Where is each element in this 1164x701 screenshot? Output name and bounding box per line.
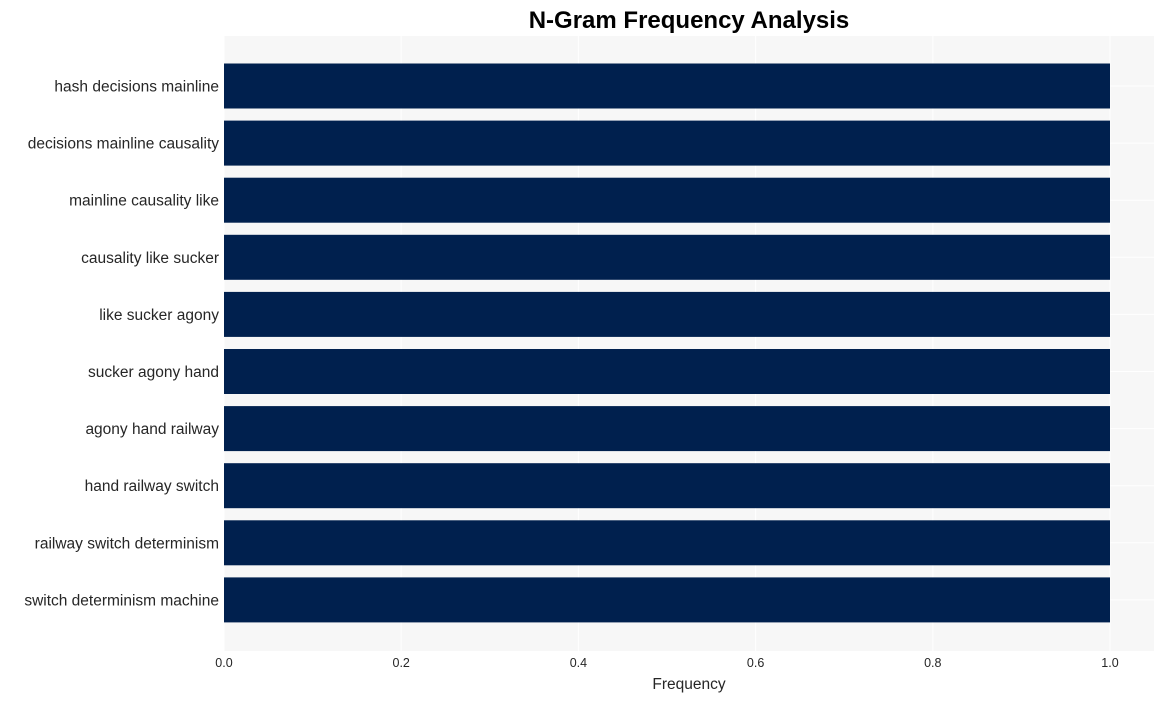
ngram-frequency-chart: hash decisions mainline decisions mainlin… <box>24 7 1154 693</box>
category-label: hash decisions mainline <box>54 79 219 96</box>
category-label: sucker agony hand <box>88 364 219 381</box>
bar <box>224 63 1110 109</box>
category-label: mainline causality like <box>69 193 219 210</box>
bar <box>224 120 1110 166</box>
x-tick-label: 0.4 <box>570 656 587 670</box>
x-tick-labels: 0.0 0.2 0.4 0.6 0.8 1.0 <box>215 656 1118 670</box>
bar <box>224 349 1110 394</box>
x-tick-label: 0.8 <box>924 656 941 670</box>
bar <box>224 577 1110 623</box>
bar <box>224 234 1110 280</box>
category-label: causality like sucker <box>81 250 219 267</box>
x-tick-label: 0.6 <box>747 656 764 670</box>
category-label: like sucker agony <box>99 307 219 324</box>
category-label: agony hand railway <box>85 421 219 438</box>
bar <box>224 463 1110 509</box>
category-labels: hash decisions mainline decisions mainlin… <box>24 79 219 610</box>
x-axis-label: Frequency <box>652 676 725 693</box>
x-tick-label: 0.0 <box>215 656 232 670</box>
chart-title: N-Gram Frequency Analysis <box>529 7 850 34</box>
bar <box>224 291 1110 337</box>
bar <box>224 406 1110 452</box>
category-label: decisions mainline causality <box>28 136 220 153</box>
x-tick-label: 1.0 <box>1101 656 1118 670</box>
bar <box>224 520 1110 566</box>
bar <box>224 177 1110 223</box>
category-label: switch determinism machine <box>24 592 219 609</box>
x-tick-label: 0.2 <box>393 656 410 670</box>
category-label: railway switch determinism <box>35 535 219 552</box>
category-label: hand railway switch <box>85 478 219 495</box>
